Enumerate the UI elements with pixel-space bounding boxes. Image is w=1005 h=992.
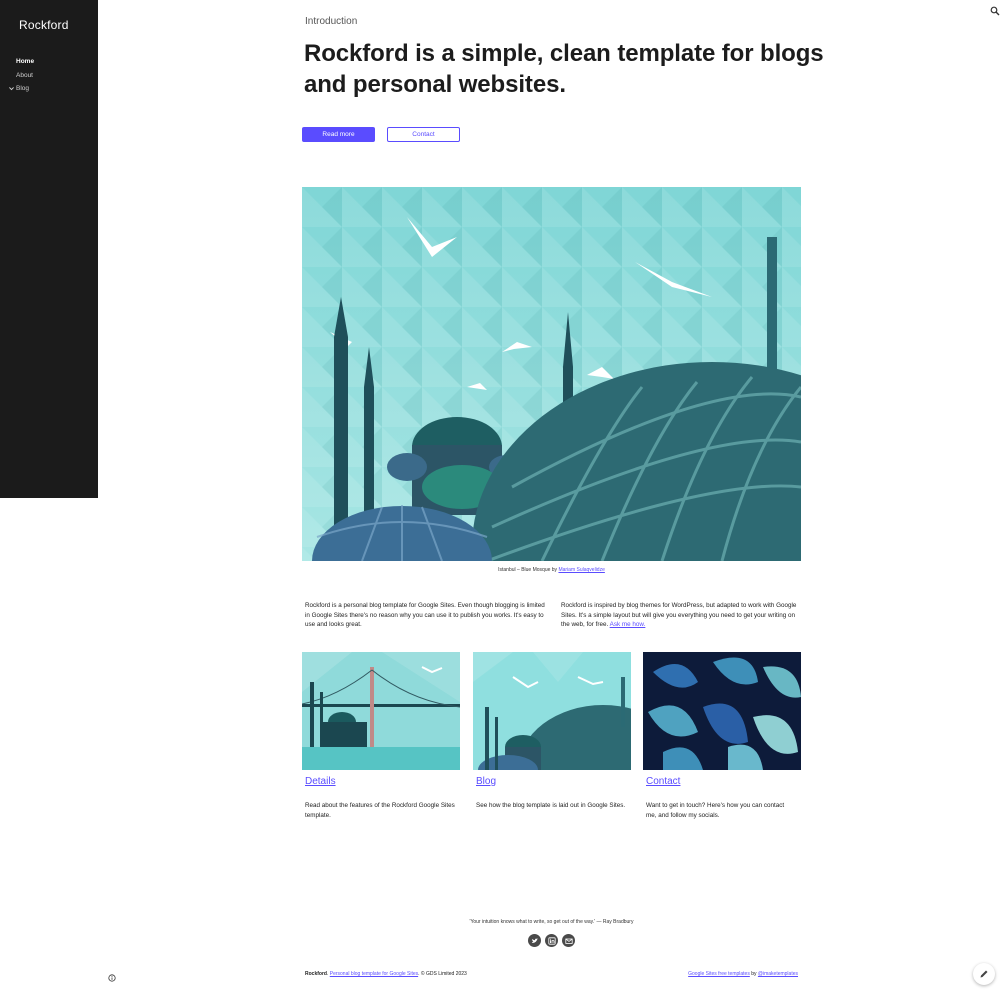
twitter-icon[interactable] — [528, 934, 541, 947]
footer-template-link[interactable]: Personal blog template for Google Sites — [330, 971, 418, 977]
footer-free-templates-link[interactable]: Google Sites free templates — [688, 971, 750, 977]
sidebar-item-blog[interactable]: Blog — [9, 82, 34, 96]
social-links — [528, 934, 575, 947]
details-card-image[interactable] — [302, 652, 460, 770]
contact-card-image[interactable] — [643, 652, 801, 770]
footer-quote: 'Your intuition knows what to write, so … — [469, 919, 634, 925]
sidebar-item-home[interactable]: Home — [16, 55, 34, 69]
sidebar-item-label: Home — [16, 58, 35, 66]
read-more-button[interactable]: Read more — [302, 127, 375, 142]
intro-right-text: Rockford is inspired by blog themes for … — [561, 602, 797, 629]
sidebar: Rockford Home About Blog — [0, 0, 98, 498]
sidebar-item-label: Blog — [16, 85, 30, 93]
section-kicker: Introduction — [305, 16, 358, 27]
footer-copyright: . © GDS Limited 2023 — [418, 971, 467, 977]
caption-author-link[interactable]: Mariam Sulaqvelidze — [558, 567, 604, 573]
page-title: Rockford is a simple, clean template for… — [304, 40, 824, 98]
email-icon[interactable] — [562, 934, 575, 947]
site-title[interactable]: Rockford — [19, 18, 69, 32]
hero-image — [302, 187, 801, 561]
footer-brand: Rockford — [305, 971, 327, 977]
details-card-title[interactable]: Details — [305, 776, 336, 787]
intro-left-paragraph: Rockford is a personal blog template for… — [305, 602, 545, 629]
sidebar-item-about[interactable]: About — [16, 69, 34, 83]
blog-card-title[interactable]: Blog — [476, 776, 496, 787]
contact-button[interactable]: Contact — [387, 127, 460, 142]
footer-by-text: by — [749, 971, 758, 977]
sidebar-item-label: About — [16, 71, 33, 79]
hero-caption: Istanbul – Blue Mosque by Mariam Sulaqve… — [302, 567, 801, 573]
search-icon[interactable] — [990, 6, 1000, 16]
caption-text: Istanbul – Blue Mosque by — [498, 567, 559, 573]
linkedin-icon[interactable] — [545, 934, 558, 947]
chevron-down-icon[interactable] — [8, 85, 15, 92]
pencil-icon — [980, 970, 988, 978]
footer-right: Google Sites free templates by @imaketem… — [688, 971, 798, 977]
edit-button[interactable] — [973, 963, 995, 985]
contact-card-title[interactable]: Contact — [646, 776, 680, 787]
ask-me-how-link[interactable]: Ask me how. — [610, 621, 646, 628]
footer-author-link[interactable]: @imaketemplates — [758, 971, 798, 977]
info-icon[interactable] — [108, 974, 116, 982]
blog-card-text: See how the blog template is laid out in… — [476, 802, 626, 809]
sidebar-nav: Home About Blog — [9, 55, 34, 96]
intro-right-paragraph: Rockford is inspired by blog themes for … — [561, 601, 801, 630]
contact-card-text: Want to get in touch? Here's how you can… — [646, 802, 785, 819]
footer-left: Rockford. Personal blog template for Goo… — [305, 971, 467, 977]
details-card-text: Read about the features of the Rockford … — [305, 802, 455, 819]
blog-card-image[interactable] — [473, 652, 631, 770]
